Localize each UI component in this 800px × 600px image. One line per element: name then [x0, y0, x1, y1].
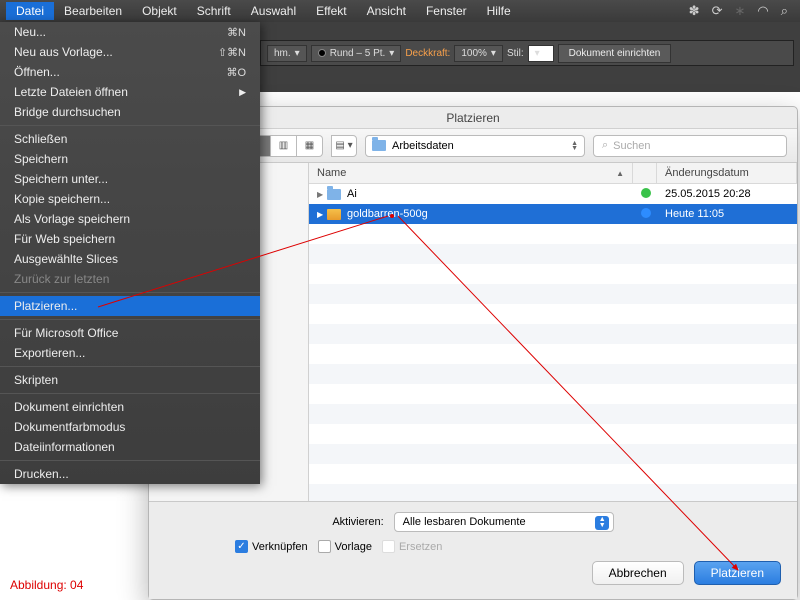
menu-item[interactable]: Speichern unter... [0, 169, 260, 189]
path-dropdown[interactable]: Arbeitsdaten ▲▼ [365, 135, 585, 157]
menu-item[interactable]: Letzte Dateien öffnen▶ [0, 82, 260, 102]
menu-item[interactable]: Dateiinformationen [0, 437, 260, 457]
ai-control-bar: hm. ▾ Rund – 5 Pt. ▾ Deckkraft: 100% ▾ S… [260, 40, 794, 66]
path-label: Arbeitsdaten [392, 140, 454, 152]
menu-effekt[interactable]: Effekt [306, 2, 356, 20]
style-label: Stil: [507, 48, 524, 59]
sort-indicator-icon: ▲ [616, 169, 624, 178]
view-columns[interactable]: ▥ [271, 135, 297, 157]
document-setup-button[interactable]: Dokument einrichten [558, 44, 672, 63]
menu-bearbeiten[interactable]: Bearbeiten [54, 2, 132, 20]
menu-item[interactable]: Speichern [0, 149, 260, 169]
menubar: Datei Bearbeiten Objekt Schrift Auswahl … [0, 0, 800, 22]
group-button[interactable]: ▤ ▾ [331, 135, 357, 157]
search-input[interactable]: ⌕ Suchen [593, 135, 787, 157]
menu-auswahl[interactable]: Auswahl [241, 2, 306, 20]
file-list: Name▲ Änderungsdatum ▶Ai25.05.2015 20:28… [309, 163, 797, 501]
place-button[interactable]: Platzieren [694, 561, 781, 585]
column-name[interactable]: Name▲ [309, 163, 633, 183]
menu-item[interactable]: Für Microsoft Office [0, 323, 260, 343]
menu-item[interactable]: Dokumentfarbmodus [0, 417, 260, 437]
file-row[interactable]: ▶goldbarren-500gHeute 11:05 [309, 204, 797, 224]
filetype-select[interactable]: Alle lesbaren Dokumente ▲▼ [394, 512, 614, 532]
menu-item[interactable]: Kopie speichern... [0, 189, 260, 209]
dialog-footer: Aktivieren: Alle lesbaren Dokumente ▲▼ ✓… [149, 501, 797, 599]
wifi-icon[interactable]: ◠ [751, 3, 774, 19]
menu-item[interactable]: Für Web speichern [0, 229, 260, 249]
bluetooth-icon[interactable]: ∗ [728, 3, 751, 19]
figure-caption: Abbildung: 04 [10, 578, 83, 592]
brush-selector[interactable]: Rund – 5 Pt. ▾ [311, 45, 402, 62]
cc-icon[interactable]: ✽ [683, 3, 706, 19]
search-icon[interactable]: ⌕ [775, 3, 794, 19]
menu-item[interactable]: Platzieren... [0, 296, 260, 316]
menu-ansicht[interactable]: Ansicht [357, 2, 416, 20]
menu-item[interactable]: Ausgewählte Slices [0, 249, 260, 269]
file-row[interactable]: ▶Ai25.05.2015 20:28 [309, 184, 797, 204]
menu-hilfe[interactable]: Hilfe [477, 2, 521, 20]
verknuepfen-checkbox[interactable]: ✓Verknüpfen [235, 540, 308, 553]
cancel-button[interactable]: Abbrechen [592, 561, 684, 585]
sync-icon[interactable]: ⟳ [706, 3, 729, 19]
ersetzen-checkbox: Ersetzen [382, 540, 442, 553]
menu-item[interactable]: Neu...⌘N [0, 22, 260, 42]
menu-schrift[interactable]: Schrift [187, 2, 241, 20]
menu-item[interactable]: Öffnen...⌘O [0, 62, 260, 82]
menu-item[interactable]: Neu aus Vorlage...⇧⌘N [0, 42, 260, 62]
search-placeholder: Suchen [613, 140, 650, 152]
menu-item[interactable]: Dokument einrichten [0, 397, 260, 417]
column-status[interactable] [633, 163, 657, 183]
folder-icon [372, 140, 386, 151]
style-selector[interactable]: ▾ [528, 45, 554, 62]
search-icon: ⌕ [602, 139, 608, 152]
menu-item: Zurück zur letzten [0, 269, 260, 289]
view-coverflow[interactable]: ▦ [297, 135, 323, 157]
menu-item[interactable]: Schließen [0, 129, 260, 149]
aktivieren-label: Aktivieren: [332, 516, 383, 528]
stroke-selector[interactable]: hm. ▾ [267, 45, 307, 62]
menu-item[interactable]: Als Vorlage speichern [0, 209, 260, 229]
menu-item[interactable]: Bridge durchsuchen [0, 102, 260, 122]
menu-fenster[interactable]: Fenster [416, 2, 477, 20]
column-date[interactable]: Änderungsdatum [657, 163, 797, 183]
file-menu-dropdown: Neu...⌘NNeu aus Vorlage...⇧⌘NÖffnen...⌘O… [0, 22, 260, 484]
vorlage-checkbox[interactable]: Vorlage [318, 540, 372, 553]
menu-objekt[interactable]: Objekt [132, 2, 187, 20]
opacity-label: Deckkraft: [405, 48, 450, 59]
menu-item[interactable]: Exportieren... [0, 343, 260, 363]
menu-datei[interactable]: Datei [6, 2, 54, 20]
menu-item[interactable]: Skripten [0, 370, 260, 390]
menu-item[interactable]: Drucken... [0, 464, 260, 484]
opacity-field[interactable]: 100% ▾ [454, 45, 503, 62]
